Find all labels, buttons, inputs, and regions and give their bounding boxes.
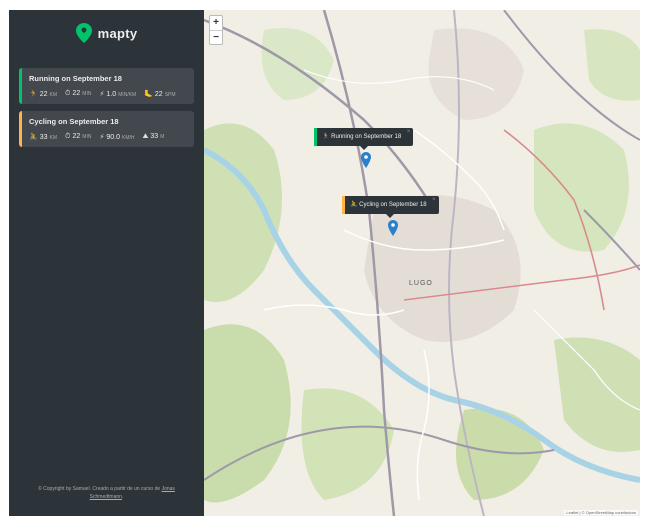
detail-value: 22 — [72, 90, 81, 97]
cyclist-icon: 🚴 — [29, 134, 38, 141]
popup-text: Running on September 18 — [331, 134, 402, 140]
detail-value: 22 — [154, 91, 163, 98]
detail-unit: min — [82, 91, 92, 97]
logo-text: mapty — [97, 25, 138, 41]
lightning-icon: ⚡ — [99, 134, 105, 141]
detail-value: 90.0 — [106, 134, 120, 141]
workout-detail-elevation: ⛰ 33 m — [143, 133, 165, 141]
detail-unit: spm — [164, 92, 176, 98]
workout-title: Running on September 18 — [29, 74, 122, 83]
map-tiles[interactable] — [204, 10, 640, 516]
workout-title: Cycling on September 18 — [29, 117, 119, 126]
workout-details: 🏃 22 km ⏱ 22 min ⚡ 1.0 min/km 🦶 22 — [29, 90, 188, 98]
workout-detail-distance: 🚴 33 km — [29, 133, 57, 141]
detail-unit: m — [160, 134, 165, 140]
app-root: mapty Running on September 18 🏃 22 km ⏱ … — [9, 10, 640, 516]
workout-detail-speed: ⚡ 90.0 km/h — [99, 133, 134, 141]
map-attribution[interactable]: Leaflet | © OpenStreetMap contributors — [564, 510, 638, 515]
detail-value: 22 — [39, 91, 48, 98]
popup-close-button[interactable]: × — [407, 123, 411, 141]
mountain-icon: ⛰ — [142, 133, 149, 140]
stopwatch-icon: ⏱ — [65, 90, 71, 97]
stopwatch-icon: ⏱ — [65, 133, 71, 140]
popup-close-button[interactable]: × — [432, 191, 436, 209]
map-view[interactable]: + − 🏃 Running on September 18 × 🚴 Cyclin… — [204, 10, 640, 516]
zoom-out-button[interactable]: − — [210, 30, 222, 44]
detail-value: 1.0 — [106, 91, 117, 98]
zoom-control: + − — [209, 15, 223, 45]
workout-detail-cadence: 🦶 22 spm — [144, 90, 175, 98]
copyright-text: © Copyright by Samuel. Creado a partir d… — [38, 486, 161, 492]
detail-unit: min/km — [118, 92, 137, 98]
lightning-icon: ⚡ — [99, 91, 105, 98]
workout-item-cycling[interactable]: Cycling on September 18 🚴 33 km ⏱ 22 min… — [19, 111, 194, 147]
workout-detail-distance: 🏃 22 km — [29, 90, 57, 98]
runner-icon: 🏃 — [29, 91, 38, 98]
detail-unit: km — [49, 135, 58, 141]
map-marker-icon[interactable] — [361, 152, 371, 168]
workout-item-running[interactable]: Running on September 18 🏃 22 km ⏱ 22 min… — [19, 68, 194, 104]
footprint-icon: 🦶 — [144, 91, 153, 98]
map-marker-icon[interactable] — [388, 220, 398, 236]
workout-popup-running[interactable]: 🏃 Running on September 18 × — [314, 128, 414, 150]
cyclist-icon: 🚴 — [350, 202, 358, 208]
copyright-suffix: . — [121, 493, 124, 500]
detail-value: 33 — [39, 134, 48, 141]
workout-popup-cycling[interactable]: 🚴 Cycling on September 18 × — [342, 196, 439, 218]
runner-icon: 🏃 — [322, 134, 330, 140]
copyright: © Copyright by Samuel. Creado a partir d… — [9, 486, 204, 501]
detail-unit: km — [49, 92, 58, 98]
workout-detail-pace: ⚡ 1.0 min/km — [99, 90, 136, 98]
detail-value: 22 — [72, 133, 81, 140]
detail-value: 33 — [150, 133, 159, 140]
city-label: LUGO — [409, 280, 433, 287]
zoom-in-button[interactable]: + — [210, 16, 222, 30]
workout-detail-duration: ⏱ 22 min — [65, 90, 91, 98]
workout-details: 🚴 33 km ⏱ 22 min ⚡ 90.0 km/h ⛰ 33 m — [29, 133, 188, 141]
workout-detail-duration: ⏱ 22 min — [65, 133, 91, 141]
popup-text: Cycling on September 18 — [359, 202, 427, 208]
map-pin-logo-icon — [75, 23, 92, 43]
sidebar: mapty Running on September 18 🏃 22 km ⏱ … — [9, 10, 204, 516]
detail-unit: km/h — [122, 135, 135, 141]
logo: mapty — [19, 22, 194, 44]
detail-unit: min — [82, 134, 92, 140]
